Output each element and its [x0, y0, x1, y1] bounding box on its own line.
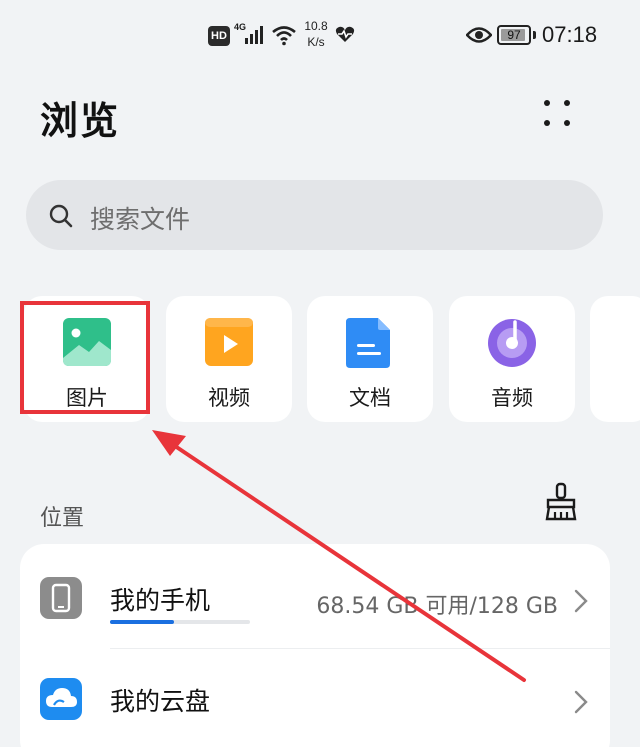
location-card: 我的手机 68.54 GB 可用/128 GB 我的云盘 [20, 544, 610, 747]
battery-level: 97 [507, 28, 521, 42]
category-more-partial[interactable] [590, 296, 640, 422]
network-speed: 10.8 K/s [304, 19, 328, 49]
clean-broom-icon [545, 482, 577, 521]
more-dots-icon [544, 100, 550, 106]
clock: 07:18 [542, 22, 598, 47]
category-label: 音频 [491, 386, 533, 410]
location-my-phone[interactable]: 我的手机 68.54 GB 可用/128 GB [20, 544, 610, 649]
category-audio[interactable]: 音频 [449, 296, 575, 422]
video-icon [205, 318, 253, 366]
location-label: 我的云盘 [110, 687, 211, 716]
eye-comfort-icon [466, 27, 492, 43]
document-icon [346, 318, 390, 368]
category-videos[interactable]: 视频 [166, 296, 292, 422]
battery-tip [533, 31, 536, 39]
location-label: 我的手机 [110, 586, 211, 615]
category-label: 图片 [66, 386, 108, 410]
wifi-icon [272, 26, 296, 46]
location-my-cloud[interactable]: 我的云盘 [20, 650, 610, 747]
image-icon [63, 318, 111, 366]
audio-icon [488, 319, 536, 367]
divider [110, 648, 610, 649]
chevron-right-icon [574, 690, 588, 714]
storage-detail: 68.54 GB 可用/128 GB [316, 594, 558, 619]
category-label: 文档 [349, 386, 391, 410]
chevron-right-icon [574, 589, 588, 613]
category-label: 视频 [208, 386, 250, 410]
search-icon [49, 204, 73, 228]
signal-icon [245, 26, 263, 44]
storage-bar [110, 620, 250, 624]
clean-button[interactable] [541, 482, 581, 522]
hd-badge: HD [208, 26, 230, 46]
more-options-button[interactable] [536, 92, 580, 136]
phone-icon [40, 577, 82, 619]
battery-icon: 97 [497, 25, 531, 45]
section-label-locations: 位置 [40, 506, 85, 531]
page-title: 浏览 [40, 99, 121, 143]
search-placeholder: 搜索文件 [90, 205, 191, 234]
category-images[interactable]: 图片 [24, 296, 150, 422]
storage-bar-fill [110, 620, 175, 624]
search-input[interactable]: 搜索文件 [26, 180, 603, 250]
category-documents[interactable]: 文档 [307, 296, 433, 422]
heart-rate-icon [335, 26, 355, 42]
status-bar: HD 4G 10.8 K/s 97 07:18 [0, 0, 640, 72]
cloud-icon [40, 678, 82, 720]
